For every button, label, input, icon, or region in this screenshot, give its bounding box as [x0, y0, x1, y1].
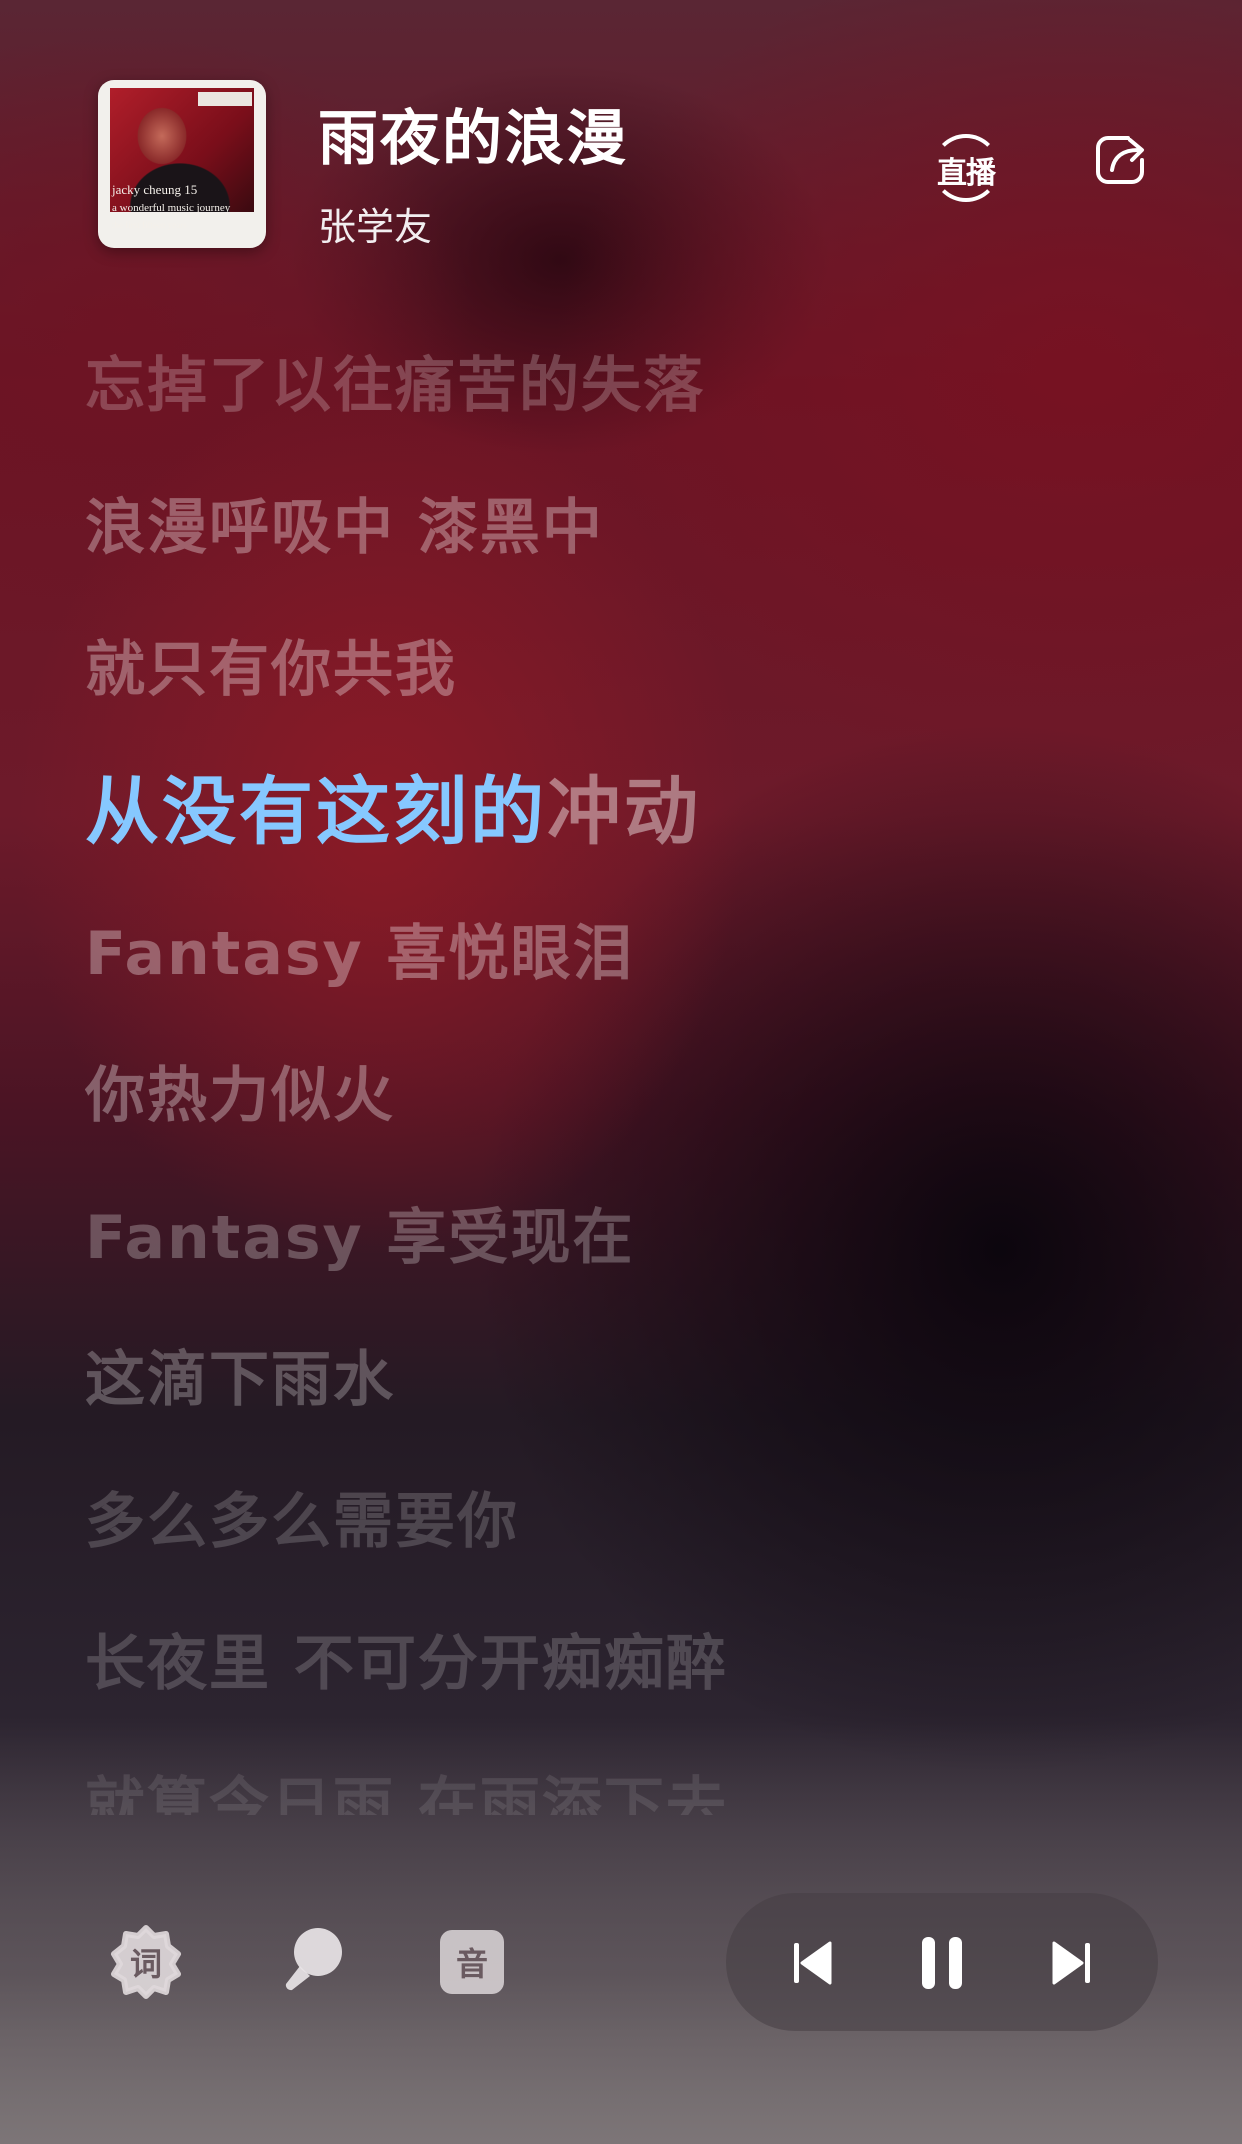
lyric-unsung-part: 冲动 [547, 769, 701, 855]
lyric-line[interactable]: 浪漫呼吸中 漆黑中 [85, 457, 604, 599]
current-lyric-line[interactable]: 从没有这刻的冲动 [85, 741, 701, 883]
share-button[interactable] [1090, 130, 1150, 190]
microphone-icon [285, 1928, 342, 1991]
lyrics-view[interactable]: 忘掉了以往痛苦的失落 浪漫呼吸中 漆黑中 就只有你共我 从没有这刻的冲动 Fan… [85, 345, 1165, 1815]
song-title: 雨夜的浪漫 [318, 104, 628, 174]
album-cover[interactable]: jacky cheung 15 a wonderful music journe… [98, 80, 266, 248]
previous-track-button[interactable] [780, 1931, 844, 1995]
live-button[interactable]: 直播 [928, 130, 1004, 206]
album-cover-text: the first fifteen years [112, 220, 187, 230]
player-screen: jacky cheung 15 a wonderful music journe… [0, 0, 1242, 2144]
lyrics-toggle-button[interactable]: 词 [106, 1922, 186, 2002]
share-icon [1096, 136, 1144, 184]
lyric-sung-part: 从没有这刻的 [85, 769, 547, 855]
album-cover-text: jacky cheung 15 [112, 182, 198, 197]
audio-quality-button[interactable]: 音 [432, 1922, 512, 2002]
album-label-tag [198, 92, 252, 106]
lyric-line[interactable]: 这滴下雨水 [85, 1309, 395, 1451]
lyric-line[interactable]: Fantasy 喜悦眼泪 [85, 883, 635, 1025]
lyric-line[interactable]: 忘掉了以往痛苦的失落 [85, 345, 705, 457]
audio-badge-label: 音 [455, 1945, 488, 1983]
lyric-line[interactable]: Fantasy 享受现在 [85, 1167, 635, 1309]
pause-icon [922, 1937, 962, 1989]
next-track-button[interactable] [1040, 1931, 1104, 1995]
lyric-line[interactable]: 多么多么需要你 [85, 1451, 519, 1593]
lyric-line[interactable]: 你热力似火 [85, 1025, 395, 1167]
karaoke-button[interactable] [272, 1922, 352, 2002]
album-cover-text: a wonderful music journey [112, 202, 231, 214]
lyric-line[interactable]: 就算今日雨 在雨添下去 [85, 1735, 728, 1815]
now-playing-header: jacky cheung 15 a wonderful music journe… [0, 0, 1242, 300]
song-artist[interactable]: 张学友 [318, 196, 432, 251]
lyrics-badge-label: 词 [129, 1945, 162, 1983]
skip-previous-icon [794, 1941, 832, 1985]
lyric-line[interactable]: 就只有你共我 [85, 599, 457, 741]
pause-button[interactable] [910, 1931, 974, 1995]
lyric-line[interactable]: 长夜里 不可分开痴痴醉 [85, 1593, 728, 1735]
skip-next-icon [1052, 1941, 1090, 1985]
live-label: 直播 [937, 156, 996, 191]
